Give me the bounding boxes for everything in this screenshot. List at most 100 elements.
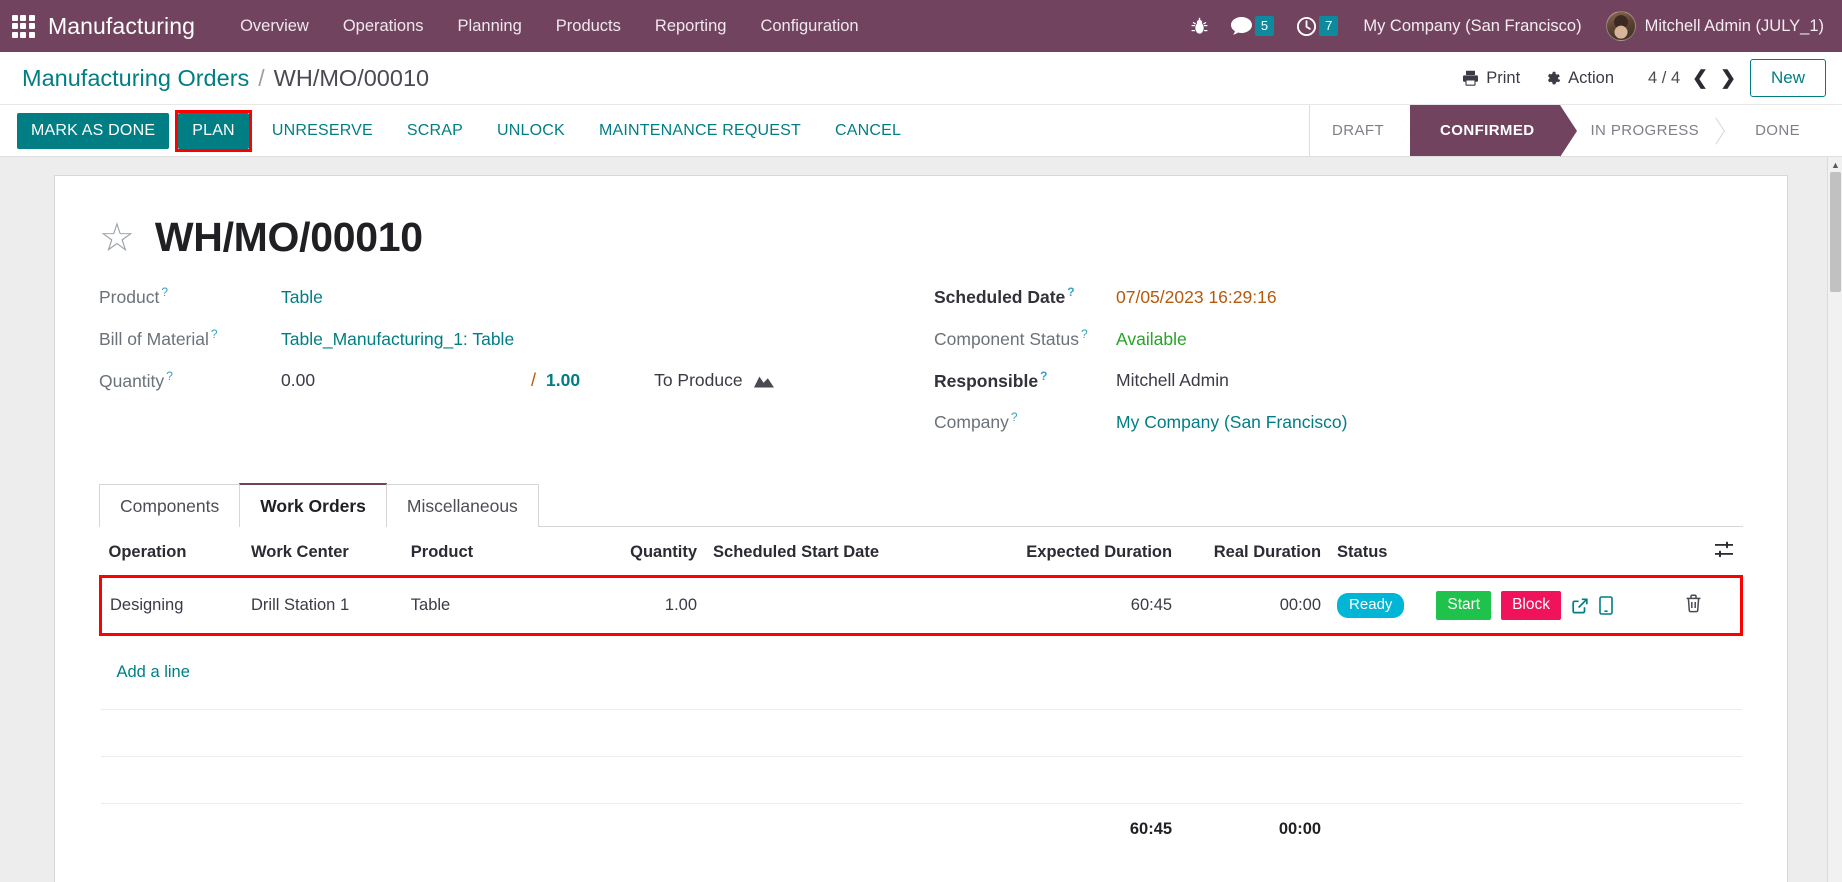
column-operation[interactable]: Operation [100,527,243,578]
cell-real-duration[interactable]: 00:00 [1180,575,1330,637]
scroll-up-icon[interactable]: ▲ [1828,157,1842,172]
messages-systray[interactable]: 5 [1219,0,1285,52]
pager-value: 4 / 4 [1648,68,1681,87]
favorite-star-icon[interactable]: ☆ [99,218,135,258]
menu-reporting[interactable]: Reporting [638,0,744,52]
help-icon[interactable]: ? [166,369,173,383]
bug-icon[interactable] [1180,0,1219,52]
unreserve-button[interactable]: Unreserve [258,113,387,149]
row-action-group: Start Block [1436,591,1668,621]
app-brand-manufacturing[interactable]: Manufacturing [48,13,195,40]
new-button[interactable]: New [1749,59,1826,97]
cancel-button[interactable]: Cancel [821,113,915,149]
vertical-scrollbar[interactable]: ▲ [1827,157,1842,882]
field-quantity-label: Quantity? [99,368,173,391]
optional-columns-toggle[interactable] [1676,527,1742,578]
field-product-label: Product? [99,285,168,307]
help-icon[interactable]: ? [1040,369,1047,383]
cell-operation[interactable]: Designing [99,575,243,637]
menu-products[interactable]: Products [539,0,638,52]
work-orders-table: Operation Work Center Product Quantity S… [99,527,1743,852]
action-button[interactable]: Action [1532,64,1626,93]
gear-icon [1548,71,1561,84]
field-product-value[interactable]: Table [281,287,323,308]
trash-icon[interactable] [1685,594,1702,613]
field-product: Product? Table [99,285,934,308]
help-icon[interactable]: ? [1067,285,1074,299]
cell-delete [1676,575,1743,637]
column-expected-duration[interactable]: Expected Duration [983,527,1181,578]
record-action-buttons: Mark as Done Plan Unreserve Scrap Unlock… [0,105,918,156]
record-title-row: ☆ WH/MO/00010 [99,214,1743,261]
stage-done-label: Done [1755,122,1800,139]
pager-previous-icon[interactable]: ❮ [1692,69,1708,88]
stage-in-progress[interactable]: In Progress [1560,105,1726,156]
top-navbar: Manufacturing Overview Operations Planni… [0,0,1842,52]
maintenance-request-button[interactable]: Maintenance Request [585,113,815,149]
plan-button[interactable]: Plan [178,112,249,149]
tab-work-orders[interactable]: Work Orders [239,483,387,529]
scrollbar-thumb[interactable] [1830,172,1841,292]
field-company: Company? My Company (San Francisco) [934,410,1743,433]
pager-next-icon[interactable]: ❯ [1720,69,1736,88]
stage-done[interactable]: Done [1725,105,1826,156]
print-button[interactable]: Print [1450,64,1532,93]
cell-work-center[interactable]: Drill Station 1 [243,575,403,637]
help-icon[interactable]: ? [211,327,218,341]
mark-as-done-button[interactable]: Mark as Done [17,112,170,149]
tablet-icon[interactable] [1599,596,1613,616]
field-company-value[interactable]: My Company (San Francisco) [1116,412,1347,433]
unlock-button[interactable]: Unlock [483,113,579,149]
help-icon[interactable]: ? [1011,410,1018,424]
help-icon[interactable]: ? [1081,327,1088,341]
column-status[interactable]: Status [1329,527,1429,578]
form-column-left: Product? Table Bill of Material? Table_M… [99,285,934,452]
stage-confirmed[interactable]: Confirmed [1392,105,1578,157]
menu-planning[interactable]: Planning [441,0,539,52]
column-product[interactable]: Product [402,527,585,578]
company-switcher[interactable]: My Company (San Francisco) [1349,17,1595,36]
user-name-label: Mitchell Admin (JULY_1) [1644,16,1824,35]
cell-quantity[interactable]: 1.00 [584,575,706,637]
breadcrumb-root-link[interactable]: Manufacturing Orders [22,65,249,92]
scrap-button[interactable]: Scrap [393,113,477,149]
avatar [1605,11,1636,41]
field-responsible: Responsible? Mitchell Admin [934,369,1743,392]
external-link-icon[interactable] [1571,597,1589,615]
menu-operations[interactable]: Operations [326,0,441,52]
column-scheduled-start-date[interactable]: Scheduled Start Date [705,527,984,578]
status-badge: Ready [1337,592,1405,619]
cell-expected-duration[interactable]: 60:45 [983,575,1181,637]
tab-components[interactable]: Components [99,484,241,528]
cell-status: Ready [1329,575,1429,637]
column-real-duration[interactable]: Real Duration [1180,527,1330,578]
total-real-duration: 00:00 [1278,820,1322,839]
column-quantity[interactable]: Quantity [584,527,706,578]
field-responsible-value[interactable]: Mitchell Admin [1116,370,1229,391]
add-a-line-link[interactable]: Add a line [109,649,198,696]
record-sheet: ☆ WH/MO/00010 Product? Table Bill of Mat… [54,175,1788,882]
stage-in-progress-label: In Progress [1590,122,1700,139]
column-options-icon[interactable] [1714,541,1734,563]
cell-scheduled-start-date[interactable] [705,575,984,637]
block-button[interactable]: Block [1501,591,1561,621]
field-bom-value[interactable]: Table_Manufacturing_1: Table [281,329,514,350]
user-menu[interactable]: Mitchell Admin (JULY_1) [1596,11,1828,41]
menu-overview[interactable]: Overview [223,0,326,52]
cell-product[interactable]: Table [402,575,585,637]
field-scheduled-date-value[interactable]: 07/05/2023 16:29:16 [1116,287,1277,308]
tab-miscellaneous[interactable]: Miscellaneous [385,484,539,528]
printer-icon [1463,70,1479,86]
clock-icon [1297,16,1317,36]
action-label: Action [1568,68,1615,87]
totals-row: 60:45 00:00 [101,804,1742,853]
apps-grid-icon[interactable] [10,13,36,39]
quantity-produced-input[interactable]: 0.00 [281,370,531,391]
menu-configuration[interactable]: Configuration [743,0,875,52]
column-work-center[interactable]: Work Center [243,527,403,578]
start-button[interactable]: Start [1436,591,1492,621]
table-row[interactable]: Designing Drill Station 1 Table 1.00 60:… [99,575,1743,637]
cell-row-actions: Start Block [1428,575,1677,637]
help-icon[interactable]: ? [161,285,168,299]
activities-systray[interactable]: 7 [1285,0,1349,52]
